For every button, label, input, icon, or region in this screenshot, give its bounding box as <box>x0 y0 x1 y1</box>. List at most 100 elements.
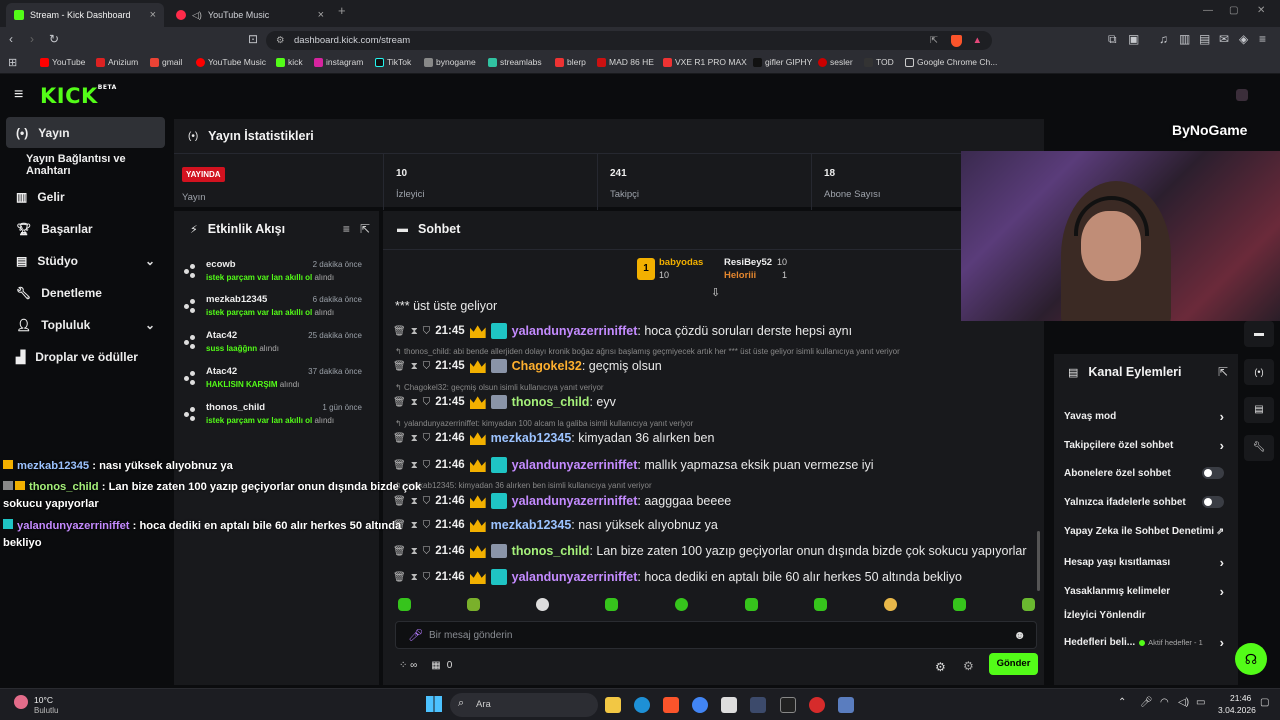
ban-icon[interactable]: ⛉ <box>423 546 431 557</box>
chat-reply-context[interactable]: ↰ Chagokel32: geçmiş olsun isimli kullan… <box>395 383 604 392</box>
bookmark-anizium[interactable]: Anizium <box>96 57 138 67</box>
translate-icon[interactable]: ✉ <box>1219 32 1229 46</box>
chat-username[interactable]: mezkab12345 <box>491 518 572 532</box>
chat-message[interactable]: 🗑︎ ⧗ ⛉ 21:46 yalandunyazerriniffet: hoca d… <box>393 569 962 585</box>
minimize-icon[interactable]: — <box>1203 5 1213 16</box>
activity-item[interactable]: mezkab12345 6 dakika önce istek parçam v… <box>174 291 370 327</box>
bookmark-giphy[interactable]: gifler GIPHY <box>753 57 812 67</box>
chat-username[interactable]: yalandunyazerriniffet <box>512 458 638 472</box>
ban-icon[interactable]: ⛉ <box>423 520 431 531</box>
bookmark-mad86[interactable]: MAD 86 HE <box>597 57 654 67</box>
filter-icon[interactable]: ≡ <box>343 222 350 236</box>
bookmark-sesler[interactable]: sesler <box>818 57 853 67</box>
emote-icon[interactable] <box>745 598 758 611</box>
ban-icon[interactable]: ⛉ <box>423 572 431 583</box>
sidebar-item-basarilar[interactable]: 🏆︎ Başarılar <box>6 213 165 244</box>
new-tab-icon[interactable]: + <box>338 3 346 18</box>
timeout-icon[interactable]: ⧗ <box>411 546 418 557</box>
chat-reply-context[interactable]: ↰ yalandunyazerriniffet: kimyadan 100 al… <box>395 419 693 428</box>
ban-icon[interactable]: ⛉ <box>423 496 431 507</box>
chat-username[interactable]: yalandunyazerriniffet <box>512 570 638 584</box>
clock-time[interactable]: 21:46 <box>1230 693 1251 703</box>
wallet-icon[interactable]: ▤ <box>1199 32 1210 46</box>
share-icon[interactable]: ⇱ <box>930 31 938 50</box>
bookmark-instagram[interactable]: instagram <box>314 57 363 67</box>
action-raid[interactable]: İzleyici Yönlendir <box>1064 610 1224 621</box>
action-slow-mode[interactable]: Yavaş mod › <box>1064 409 1224 424</box>
action-emotes-only[interactable]: Yalnızca ifadelerle sohbet <box>1064 496 1224 508</box>
apps-grid-icon[interactable]: ⊞ <box>8 56 17 69</box>
bookmark-bynogame[interactable]: bynogame <box>424 57 476 67</box>
emotes-only-toggle[interactable] <box>1202 496 1224 508</box>
action-followers-only[interactable]: Takipçilere özel sohbet › <box>1064 438 1224 453</box>
timeout-icon[interactable]: ⧗ <box>411 572 418 583</box>
clock-date[interactable]: 3.04.2026 <box>1218 705 1256 715</box>
tray-chevron-icon[interactable]: ⌃ <box>1118 697 1126 708</box>
windows-start-icon[interactable] <box>426 696 442 712</box>
bookmark-blerp[interactable]: blerp <box>555 57 586 67</box>
chat-scrollbar[interactable] <box>1037 531 1040 591</box>
media-icon[interactable]: ♫ <box>1159 32 1168 46</box>
actions-toggle-icon[interactable]: ▤ <box>1244 397 1274 423</box>
brave-icon[interactable] <box>663 697 679 713</box>
bookmark-vxe[interactable]: VXE R1 PRO MAX <box>663 57 747 67</box>
settings-app-icon[interactable] <box>838 697 854 713</box>
battery-icon[interactable]: ▭ <box>1196 697 1205 708</box>
close-tab-icon[interactable]: × <box>150 9 156 21</box>
hamburger-menu-icon[interactable]: ≡ <box>14 86 23 104</box>
bookmark-streamlabs[interactable]: streamlabs <box>488 57 542 67</box>
chat-message[interactable]: 🗑︎ ⧗ ⛉ 21:46 thonos_child: Lan bize zaten … <box>393 544 1027 558</box>
chat-message[interactable]: 🗑︎ ⧗ ⛉ 21:46 yalandunyazerriniffet: aaggga… <box>393 493 731 509</box>
shop-icon[interactable]: ▦ <box>431 660 440 671</box>
emote-icon[interactable] <box>398 598 411 611</box>
support-headset-button[interactable]: ☊ <box>1235 643 1267 675</box>
microphone-icon[interactable]: 🎤︎ <box>408 628 423 642</box>
emote-icon[interactable] <box>814 598 827 611</box>
activity-item[interactable]: thonos_child 1 gün önce istek parçam var… <box>174 399 370 435</box>
bookmark-tod[interactable]: TOD <box>864 57 894 67</box>
sidebar-item-yayin[interactable]: (•) Yayın <box>6 117 165 148</box>
weather-icon[interactable] <box>14 695 28 709</box>
address-bar[interactable]: ⚙ dashboard.kick.com/stream ⇱ ▲ <box>266 31 992 50</box>
cast-icon[interactable]: ▣ <box>1128 32 1139 46</box>
user-avatar[interactable] <box>1236 89 1248 101</box>
emote-icon[interactable] <box>675 598 688 611</box>
emote-icon[interactable] <box>953 598 966 611</box>
popout-icon[interactable]: ⇱ <box>360 222 370 236</box>
bookmark-gmail[interactable]: gmail <box>150 57 182 67</box>
chat-username[interactable]: thonos_child <box>512 544 590 558</box>
extensions-icon[interactable]: ⧉ <box>1108 32 1117 47</box>
mod-tools-icon[interactable]: ⚙ <box>963 659 974 673</box>
tab-youtube-music[interactable]: ◁) YouTube Music × <box>168 3 332 27</box>
sidebar-toggle-icon[interactable]: ▥ <box>1179 32 1190 46</box>
microphone-tray-icon[interactable]: 🎤︎ <box>1140 697 1153 708</box>
edge-icon[interactable] <box>634 697 650 713</box>
timeout-icon[interactable]: ⧗ <box>411 520 418 531</box>
activity-item[interactable]: Atac42 37 dakika önce HAKLISIN KARŞIM al… <box>174 363 370 399</box>
chat-username[interactable]: yalandunyazerriniffet <box>512 494 638 508</box>
chat-username[interactable]: thonos_child <box>512 395 590 409</box>
menu-icon[interactable]: ≡ <box>1259 32 1266 46</box>
emote-icon[interactable] <box>1022 598 1035 611</box>
sidebar-item-denetleme[interactable]: 🔧︎ Denetleme <box>6 277 165 308</box>
bookmark-kick[interactable]: kick <box>276 57 303 67</box>
timeout-icon[interactable]: ⧗ <box>411 496 418 507</box>
timeout-icon[interactable]: ⧗ <box>411 433 418 444</box>
activity-item[interactable]: Atac42 25 dakika önce suss laağğnn alınd… <box>174 327 370 363</box>
emote-icon[interactable] <box>467 598 480 611</box>
chat-username[interactable]: Chagokel32 <box>512 359 582 373</box>
wifi-icon[interactable]: ◠ <box>1160 697 1169 708</box>
chat-reply-context[interactable]: ↰ thonos_child: abi bende allerjiden dol… <box>395 347 900 356</box>
action-subscribers-only[interactable]: Abonelere özel sohbet <box>1064 467 1224 479</box>
sidebar-item-stream-key[interactable]: Yayın Bağlantısı ve Anahtarı <box>6 149 165 180</box>
chat-username[interactable]: mezkab12345 <box>491 431 572 445</box>
sidebar-item-studyo[interactable]: ▤ Stüdyo ⌄ <box>6 245 165 276</box>
emoji-icon[interactable]: ☻ <box>1013 628 1026 642</box>
bookmark-icon[interactable]: ⊡ <box>248 32 258 46</box>
sidebar-item-gelir[interactable]: ▥ Gelir <box>6 181 165 212</box>
timeout-icon[interactable]: ⧗ <box>411 397 418 408</box>
settings-icon[interactable]: ⚙ <box>935 660 946 674</box>
emote-icon[interactable] <box>536 598 549 611</box>
pinned-chevron-icon[interactable]: ⇩ <box>711 286 720 299</box>
brave-shield-icon[interactable] <box>951 35 962 47</box>
